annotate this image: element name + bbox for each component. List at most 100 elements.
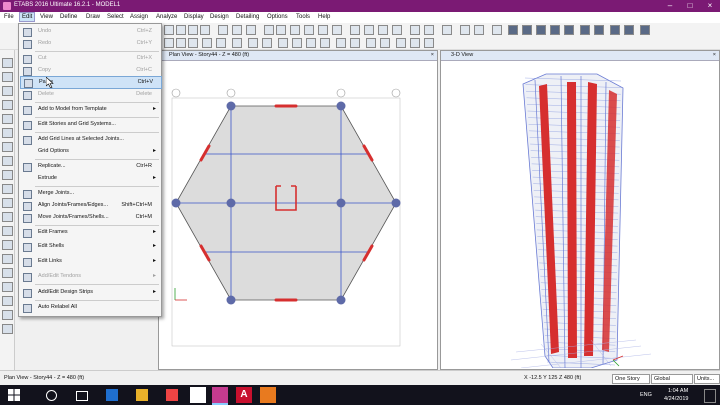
menu-design[interactable]: Design: [210, 14, 229, 20]
display-icon[interactable]: [424, 25, 434, 35]
menu-tools[interactable]: Tools: [296, 14, 310, 20]
draw-reference-icon[interactable]: [2, 324, 13, 334]
draw-frame-icon[interactable]: [2, 100, 13, 110]
display-icon[interactable]: [410, 25, 420, 35]
select-icon[interactable]: [350, 38, 360, 48]
select-icon[interactable]: [202, 38, 212, 48]
language-indicator[interactable]: ENG: [640, 392, 652, 398]
arrow-up-icon[interactable]: [264, 25, 274, 35]
select-icon[interactable]: [216, 38, 226, 48]
windows-start-icon[interactable]: [8, 389, 20, 401]
units-button[interactable]: Units...: [694, 374, 720, 384]
grid-icon[interactable]: [164, 25, 174, 35]
plan-view-icon[interactable]: [232, 25, 242, 35]
menu-edit-stories[interactable]: Edit Stories and Grid Systems...: [20, 119, 160, 130]
maximize-icon[interactable]: □: [680, 0, 700, 12]
design-icon[interactable]: [594, 25, 604, 35]
search-icon[interactable]: [46, 390, 57, 401]
menu-move[interactable]: Move Joints/Frames/Shells... Ctrl+M: [20, 212, 160, 223]
design-icon[interactable]: [508, 25, 518, 35]
display-icon[interactable]: [392, 25, 402, 35]
grid-icon[interactable]: [188, 25, 198, 35]
draw-wall-icon[interactable]: [2, 184, 13, 194]
menu-display[interactable]: Display: [184, 14, 204, 20]
grid-icon[interactable]: [200, 25, 210, 35]
rotate-icon[interactable]: [290, 25, 300, 35]
select-icon[interactable]: [262, 38, 272, 48]
draw-link-icon[interactable]: [2, 226, 13, 236]
app-icon[interactable]: [260, 387, 276, 403]
close-icon[interactable]: ×: [713, 51, 716, 60]
menu-extrude[interactable]: Extrude ▸: [20, 173, 160, 184]
menu-help[interactable]: Help: [318, 14, 330, 20]
menu-edit-shells[interactable]: Edit Shells ▸: [20, 241, 160, 252]
design-icon[interactable]: [610, 25, 620, 35]
grid-icon[interactable]: [176, 25, 186, 35]
select-icon[interactable]: [306, 38, 316, 48]
draw-tendon-icon[interactable]: [2, 240, 13, 250]
draw-section-cut-icon[interactable]: [2, 282, 13, 292]
minimize-icon[interactable]: –: [660, 0, 680, 12]
clock-date[interactable]: 4/24/2019: [664, 396, 688, 402]
menu-file[interactable]: File: [4, 14, 14, 20]
draw-shell-icon[interactable]: [2, 170, 13, 180]
pan-icon[interactable]: [318, 25, 328, 35]
menu-merge-joints[interactable]: Merge Joints...: [20, 188, 160, 199]
plan-view-panel[interactable]: Plan View - Story44 - Z = 480 (ft) ×: [158, 50, 438, 370]
select-icon[interactable]: [232, 38, 242, 48]
menu-cut[interactable]: Cut Ctrl+X: [20, 53, 160, 64]
display-icon[interactable]: [364, 25, 374, 35]
design-icon[interactable]: [624, 25, 634, 35]
draw-shell-icon[interactable]: [2, 156, 13, 166]
close-icon[interactable]: ×: [700, 0, 720, 12]
select-icon[interactable]: [336, 38, 346, 48]
menu-delete[interactable]: Delete Delete: [20, 89, 160, 100]
menu-options[interactable]: Options: [267, 14, 288, 20]
pointer-icon[interactable]: [2, 58, 13, 68]
draw-column-icon[interactable]: [2, 114, 13, 124]
draw-dimension-icon[interactable]: [2, 254, 13, 264]
display-icon[interactable]: [460, 25, 470, 35]
select-icon[interactable]: [410, 38, 420, 48]
task-view-icon[interactable]: [76, 391, 88, 401]
select-icon[interactable]: [320, 38, 330, 48]
menu-select[interactable]: Select: [107, 14, 124, 20]
3d-view-panel[interactable]: 3-D View ×: [440, 50, 720, 370]
menu-auto-relabel[interactable]: Auto Relabel All: [20, 302, 160, 313]
etabs-taskbar-icon[interactable]: [212, 387, 228, 405]
select-icon[interactable]: [248, 38, 258, 48]
display-icon[interactable]: [474, 25, 484, 35]
draw-grid-icon[interactable]: [2, 268, 13, 278]
menu-detailing[interactable]: Detailing: [236, 14, 259, 20]
select-icon[interactable]: [176, 38, 186, 48]
draw-opening-icon[interactable]: [2, 212, 13, 222]
select-icon[interactable]: [164, 38, 174, 48]
display-icon[interactable]: [350, 25, 360, 35]
elevation-view-icon[interactable]: [246, 25, 256, 35]
draw-strip-icon[interactable]: [2, 296, 13, 306]
autocad-icon[interactable]: A: [236, 387, 252, 403]
menu-assign[interactable]: Assign: [130, 14, 148, 20]
calculator-app-icon[interactable]: [190, 387, 206, 403]
design-icon[interactable]: [640, 25, 650, 35]
menu-grid-options[interactable]: Grid Options ▸: [20, 146, 160, 157]
draw-text-icon[interactable]: [2, 310, 13, 320]
shear-wall-3d[interactable]: [567, 82, 577, 358]
menu-add-template[interactable]: Add to Model from Template ▸: [20, 104, 160, 115]
menu-redo[interactable]: Redo Ctrl+Y: [20, 38, 160, 49]
design-icon[interactable]: [522, 25, 532, 35]
draw-beam-icon[interactable]: [2, 128, 13, 138]
menu-align[interactable]: Align Joints/Frames/Edges... Shift+Ctrl+M: [20, 200, 160, 211]
display-icon[interactable]: [378, 25, 388, 35]
clock-time[interactable]: 1:04 AM: [668, 388, 688, 394]
notifications-icon[interactable]: [704, 389, 716, 403]
draw-joint-icon[interactable]: [2, 72, 13, 82]
edge-browser-icon[interactable]: [106, 389, 118, 401]
select-icon[interactable]: [188, 38, 198, 48]
menu-copy[interactable]: Copy Ctrl+C: [20, 65, 160, 76]
select-icon[interactable]: [396, 38, 406, 48]
menu-paste[interactable]: PasteCtrl+V: [20, 76, 162, 89]
design-icon[interactable]: [564, 25, 574, 35]
3d-view-canvas[interactable]: [441, 60, 719, 368]
menu-analyze[interactable]: Analyze: [156, 14, 177, 20]
